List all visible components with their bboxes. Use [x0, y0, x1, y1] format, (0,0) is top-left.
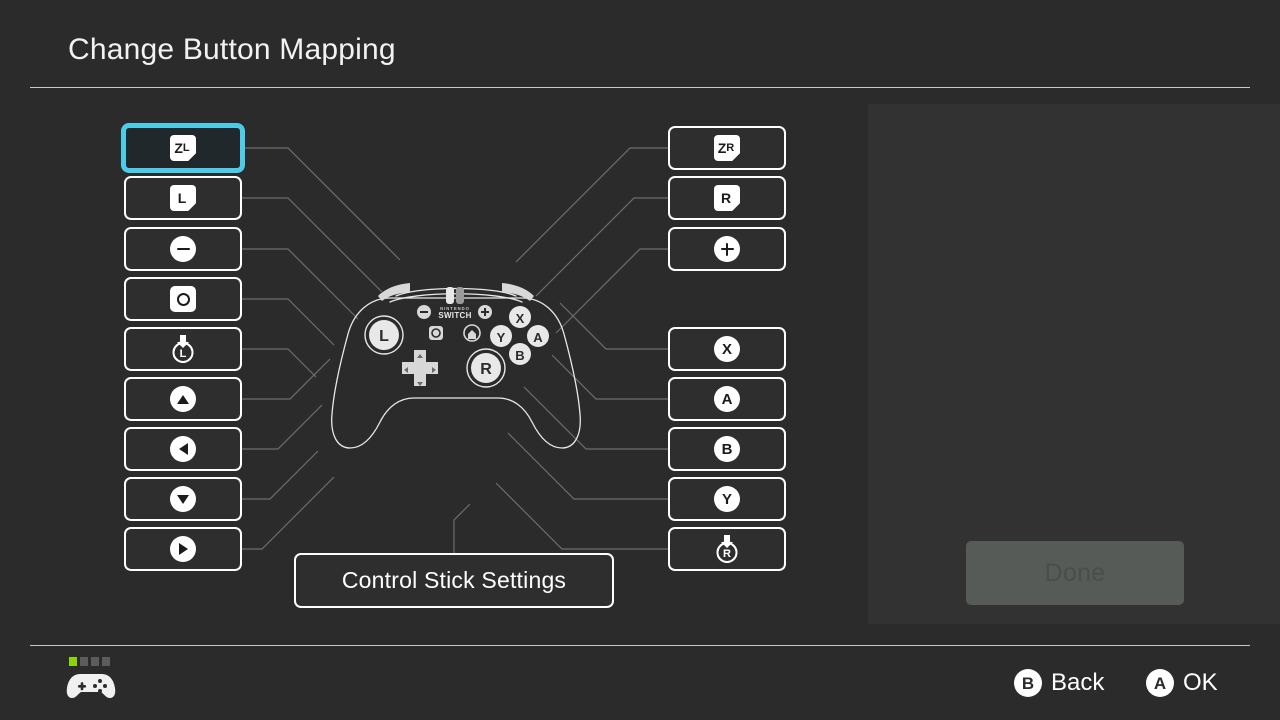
- mapping-button-zr[interactable]: ZR: [668, 126, 786, 170]
- mapping-button-x[interactable]: X: [668, 327, 786, 371]
- gamepad-icon: [66, 674, 116, 698]
- left-stick-press-icon: LL: [172, 335, 194, 363]
- dpad-left-icon: [170, 436, 196, 462]
- control-stick-settings-label: Control Stick Settings: [341, 567, 567, 593]
- control-stick-settings-button[interactable]: Control Stick Settings: [294, 553, 614, 608]
- svg-text:A: A: [533, 330, 543, 345]
- a-button-icon: A: [714, 386, 740, 412]
- right-stick-press-icon: RR: [716, 535, 738, 563]
- dpad-up-icon: [170, 386, 196, 412]
- svg-text:R: R: [723, 548, 731, 560]
- shoulder-zr-icon: ZR: [714, 135, 740, 161]
- mapping-button-zl[interactable]: ZL: [122, 124, 244, 172]
- done-button[interactable]: Done: [966, 541, 1184, 605]
- done-label: Done: [1044, 558, 1106, 587]
- mapping-button-rstick[interactable]: RR: [668, 527, 786, 571]
- mapping-button-dup[interactable]: [124, 377, 242, 421]
- mapping-button-minus[interactable]: [124, 227, 242, 271]
- right-stick-label: R: [480, 361, 492, 378]
- battery-segment: [69, 657, 77, 666]
- svg-text:B: B: [515, 348, 524, 363]
- mapping-button-dleft[interactable]: [124, 427, 242, 471]
- mapping-button-dright[interactable]: [124, 527, 242, 571]
- svg-text:Y: Y: [497, 330, 506, 345]
- controller-battery-indicator: [69, 657, 110, 666]
- a-button-badge: A: [1146, 669, 1174, 697]
- hint-back-label: Back: [1051, 669, 1105, 696]
- x-button-icon: X: [714, 336, 740, 362]
- battery-segment: [80, 657, 88, 666]
- b-button-icon: B: [714, 436, 740, 462]
- left-stick-label: L: [379, 328, 389, 345]
- svg-text:X: X: [516, 311, 525, 326]
- dpad-right-icon: [170, 536, 196, 562]
- shoulder-zl-icon: ZL: [170, 135, 196, 161]
- brand-switch: SWITCH: [438, 311, 471, 320]
- svg-text:L: L: [180, 348, 187, 360]
- mapping-button-ddown[interactable]: [124, 477, 242, 521]
- mapping-button-l[interactable]: L: [124, 176, 242, 220]
- mapping-button-plus[interactable]: [668, 227, 786, 271]
- y-button-icon: Y: [714, 486, 740, 512]
- mapping-button-capture[interactable]: [124, 277, 242, 321]
- mapping-button-y[interactable]: Y: [668, 477, 786, 521]
- mapping-button-r[interactable]: R: [668, 176, 786, 220]
- hint-ok-label: OK: [1183, 669, 1218, 696]
- mapping-button-b[interactable]: B: [668, 427, 786, 471]
- shoulder-l-icon: L: [170, 185, 196, 211]
- dpad-down-icon: [170, 486, 196, 512]
- change-button-mapping-screen: Change Button Mapping L R X A B Y NINTEN…: [0, 0, 1280, 720]
- hint-ok[interactable]: A OK: [1146, 669, 1218, 697]
- battery-segment: [91, 657, 99, 666]
- shoulder-r-icon: R: [714, 185, 740, 211]
- capture-button-icon: [170, 286, 196, 312]
- pro-controller-illustration: L R X A B Y NINTENDO SWITCH: [331, 283, 581, 449]
- mapping-button-lstick[interactable]: LL: [124, 327, 242, 371]
- battery-segment: [102, 657, 110, 666]
- hint-back[interactable]: B Back: [1014, 669, 1104, 697]
- mapping-button-a[interactable]: A: [668, 377, 786, 421]
- minus-button-icon: [170, 236, 196, 262]
- b-button-badge: B: [1014, 669, 1042, 697]
- plus-button-icon: [714, 236, 740, 262]
